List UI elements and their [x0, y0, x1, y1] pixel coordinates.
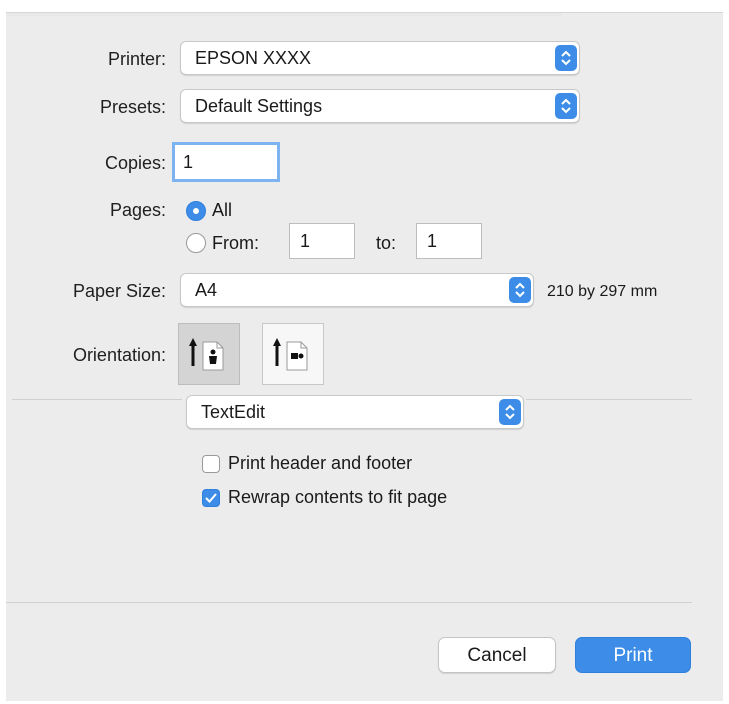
landscape-orientation-button[interactable] — [262, 323, 324, 385]
print-dialog: Printer: EPSON XXXX Presets: Default Set… — [6, 12, 723, 701]
dialog-top-edge — [6, 13, 562, 16]
print-button[interactable]: Print — [575, 637, 691, 673]
chevron-updown-icon — [555, 45, 577, 71]
cancel-button[interactable]: Cancel — [438, 637, 556, 673]
separator-left — [12, 399, 182, 400]
pages-to-label: to: — [376, 233, 397, 253]
presets-value: Default Settings — [195, 96, 323, 116]
portrait-orientation-icon — [189, 338, 224, 371]
copies-value: 1 — [183, 152, 194, 172]
print-header-footer-label: Print header and footer — [228, 453, 413, 473]
pages-to-field[interactable]: 1 — [416, 223, 482, 259]
presets-label: Presets: — [99, 97, 166, 117]
pages-from-radio[interactable] — [186, 233, 206, 253]
chevron-updown-icon — [499, 399, 521, 425]
app-panel-value: TextEdit — [201, 402, 266, 422]
checkmark-icon — [205, 493, 217, 503]
printer-value: EPSON XXXX — [195, 48, 312, 68]
app-panel-popup[interactable]: TextEdit — [186, 395, 524, 429]
printer-popup[interactable]: EPSON XXXX — [180, 41, 580, 75]
portrait-orientation-button[interactable] — [178, 323, 240, 385]
pages-all-label: All — [212, 200, 233, 220]
printer-label: Printer: — [107, 49, 166, 69]
orientation-label: Orientation: — [72, 345, 166, 365]
pages-label: Pages: — [109, 200, 166, 220]
pages-all-radio[interactable] — [186, 201, 206, 221]
chevron-updown-icon — [509, 277, 531, 303]
separator-bottom — [6, 602, 692, 603]
print-header-footer-checkbox[interactable] — [202, 455, 220, 473]
landscape-orientation-icon — [273, 338, 308, 371]
pages-from-label: From: — [212, 233, 259, 253]
paper-size-label: Paper Size: — [72, 281, 166, 301]
pages-to-value: 1 — [427, 231, 438, 251]
presets-popup[interactable]: Default Settings — [180, 89, 580, 123]
pages-from-field[interactable]: 1 — [289, 223, 355, 259]
chevron-updown-icon — [555, 93, 577, 119]
separator-right — [526, 399, 692, 400]
pages-from-value: 1 — [300, 231, 311, 251]
copies-label: Copies: — [104, 153, 166, 173]
copies-field[interactable]: 1 — [172, 142, 280, 182]
paper-size-popup[interactable]: A4 — [180, 273, 534, 307]
paper-size-value: A4 — [195, 280, 218, 300]
rewrap-contents-checkbox[interactable] — [202, 489, 220, 507]
paper-size-dimensions: 210 by 297 mm — [547, 283, 658, 300]
rewrap-contents-label: Rewrap contents to fit page — [228, 487, 448, 507]
